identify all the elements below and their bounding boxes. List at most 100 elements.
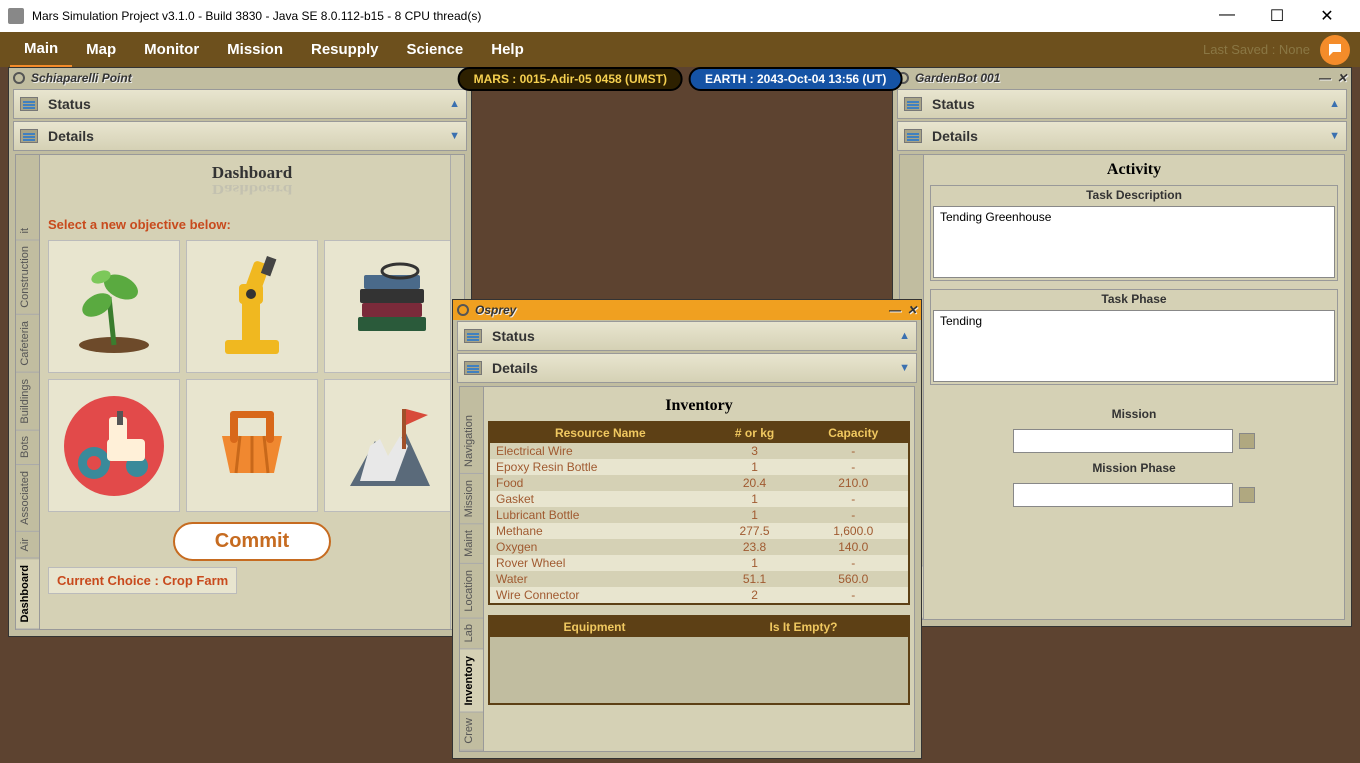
schiap-titlebar[interactable]: Schiaparelli Point: [9, 68, 471, 88]
close-icon[interactable]: ✕: [1337, 71, 1347, 85]
table-row[interactable]: Gasket1-: [489, 491, 909, 507]
chat-icon[interactable]: [1320, 35, 1350, 65]
tab-buildings[interactable]: Buildings: [16, 373, 39, 431]
schiap-title: Schiaparelli Point: [31, 71, 132, 85]
osprey-window: Osprey — ✕ Status ▲ Details ▼ Crew Inven…: [452, 299, 922, 759]
col-capacity[interactable]: Capacity: [798, 422, 909, 443]
table-row[interactable]: Electrical Wire3-: [489, 443, 909, 459]
tab-bots[interactable]: Bots: [16, 430, 39, 465]
table-row[interactable]: Methane277.51,600.0: [489, 523, 909, 539]
tab-inventory[interactable]: Inventory: [460, 650, 483, 713]
menu-main[interactable]: Main: [10, 32, 72, 68]
menu-map[interactable]: Map: [72, 33, 130, 66]
objective-trade[interactable]: [186, 379, 318, 512]
table-row[interactable]: Wire Connector2-: [489, 587, 909, 604]
objective-prompt: Select a new objective below:: [48, 217, 456, 232]
commit-button[interactable]: Commit: [173, 522, 331, 561]
collapse-up-icon[interactable]: ▲: [899, 330, 910, 342]
menu-mission[interactable]: Mission: [213, 33, 297, 66]
tab-dashboard[interactable]: Dashboard: [16, 559, 39, 629]
mission-link-icon[interactable]: [1239, 433, 1255, 449]
minimize-button[interactable]: —: [1212, 6, 1242, 26]
tab-location[interactable]: Location: [460, 564, 483, 619]
tab-cafeteria[interactable]: Cafeteria: [16, 315, 39, 373]
tab-mission[interactable]: Mission: [460, 474, 483, 524]
expand-down-icon[interactable]: ▼: [899, 362, 910, 374]
task-desc-label: Task Description: [931, 186, 1337, 204]
garden-details-bar[interactable]: Details ▼: [897, 121, 1347, 151]
table-row[interactable]: Oxygen23.8140.0: [489, 539, 909, 555]
tab-crew[interactable]: Crew: [460, 712, 483, 751]
objective-manufacture[interactable]: [186, 240, 318, 373]
table-row[interactable]: Epoxy Resin Bottle1-: [489, 459, 909, 475]
expand-down-icon[interactable]: ▼: [1329, 130, 1340, 142]
list-icon: [904, 129, 922, 143]
table-row[interactable]: Food20.4210.0: [489, 475, 909, 491]
close-button[interactable]: ✕: [1312, 6, 1342, 26]
task-desc-field: Tending Greenhouse: [933, 206, 1335, 278]
tab-associated[interactable]: Associated: [16, 465, 39, 532]
menu-monitor[interactable]: Monitor: [130, 33, 213, 66]
tab-navigation[interactable]: Navigation: [460, 409, 483, 474]
mars-time-chip[interactable]: MARS : 0015-Adir-05 0458 (UMST): [458, 67, 683, 91]
osprey-details-bar[interactable]: Details ▼: [457, 353, 917, 383]
window-menu-icon[interactable]: [13, 72, 25, 84]
osprey-titlebar[interactable]: Osprey — ✕: [453, 300, 921, 320]
app-icon: [8, 8, 24, 24]
tab-it[interactable]: it: [16, 222, 39, 241]
osprey-title: Osprey: [475, 303, 516, 317]
menu-resupply[interactable]: Resupply: [297, 33, 393, 66]
task-phase-field: Tending: [933, 310, 1335, 382]
list-icon: [464, 361, 482, 375]
col-equipment[interactable]: Equipment: [490, 617, 699, 637]
gardenbot-window: GardenBot 001 — ✕ Status ▲ Details ▼ Act…: [892, 67, 1352, 627]
table-row[interactable]: Rover Wheel1-: [489, 555, 909, 571]
close-icon[interactable]: ✕: [907, 303, 917, 317]
dashboard-heading: Dashboard: [48, 163, 456, 183]
mission-phase-field: [1013, 483, 1233, 507]
app-title: Mars Simulation Project v3.1.0 - Build 3…: [32, 9, 481, 23]
earth-time-chip[interactable]: EARTH : 2043-Oct-04 13:56 (UT): [689, 67, 902, 91]
menubar: Main Map Monitor Mission Resupply Scienc…: [0, 32, 1360, 67]
minimize-icon[interactable]: —: [889, 303, 901, 317]
osprey-status-bar[interactable]: Status ▲: [457, 321, 917, 351]
equipment-table: Equipment Is It Empty?: [488, 615, 910, 705]
inventory-heading: Inventory: [488, 391, 910, 421]
tab-air[interactable]: Air: [16, 532, 39, 558]
objective-tourism[interactable]: [324, 379, 456, 512]
tab-construction[interactable]: Construction: [16, 240, 39, 315]
list-icon: [20, 97, 38, 111]
col-qty[interactable]: # or kg: [711, 422, 799, 443]
minimize-icon[interactable]: —: [1319, 71, 1331, 85]
list-icon: [904, 97, 922, 111]
garden-title: GardenBot 001: [915, 71, 1000, 85]
schiap-details-bar[interactable]: Details ▼: [13, 121, 467, 151]
schiap-tabs: Dashboard Air Associated Bots Buildings …: [16, 155, 40, 629]
menu-science[interactable]: Science: [393, 33, 478, 66]
table-row[interactable]: Water51.1560.0: [489, 571, 909, 587]
col-empty[interactable]: Is It Empty?: [699, 617, 908, 637]
os-titlebar: Mars Simulation Project v3.1.0 - Build 3…: [0, 0, 1360, 32]
collapse-up-icon[interactable]: ▲: [1329, 98, 1340, 110]
objective-transportation[interactable]: [48, 379, 180, 512]
window-menu-icon[interactable]: [457, 304, 469, 316]
collapse-up-icon[interactable]: ▲: [449, 98, 460, 110]
last-saved-label: Last Saved : None: [1203, 42, 1310, 57]
table-row[interactable]: Lubricant Bottle1-: [489, 507, 909, 523]
schiap-status-bar[interactable]: Status ▲: [13, 89, 467, 119]
tab-maint[interactable]: Maint: [460, 524, 483, 564]
expand-down-icon[interactable]: ▼: [449, 130, 460, 142]
current-choice-label: Current Choice : Crop Farm: [48, 567, 237, 594]
tab-lab[interactable]: Lab: [460, 618, 483, 649]
time-bar: MARS : 0015-Adir-05 0458 (UMST) EARTH : …: [458, 67, 903, 91]
objective-research[interactable]: [324, 240, 456, 373]
menu-help[interactable]: Help: [477, 33, 538, 66]
maximize-button[interactable]: ☐: [1262, 6, 1292, 26]
garden-titlebar[interactable]: GardenBot 001 — ✕: [893, 68, 1351, 88]
mission-phase-link-icon[interactable]: [1239, 487, 1255, 503]
objective-crop-farm[interactable]: [48, 240, 180, 373]
schiaparelli-window: Schiaparelli Point Status ▲ Details ▼ Da…: [8, 67, 472, 637]
inventory-table: Resource Name # or kg Capacity Electrica…: [488, 421, 910, 605]
garden-status-bar[interactable]: Status ▲: [897, 89, 1347, 119]
col-resource[interactable]: Resource Name: [489, 422, 711, 443]
